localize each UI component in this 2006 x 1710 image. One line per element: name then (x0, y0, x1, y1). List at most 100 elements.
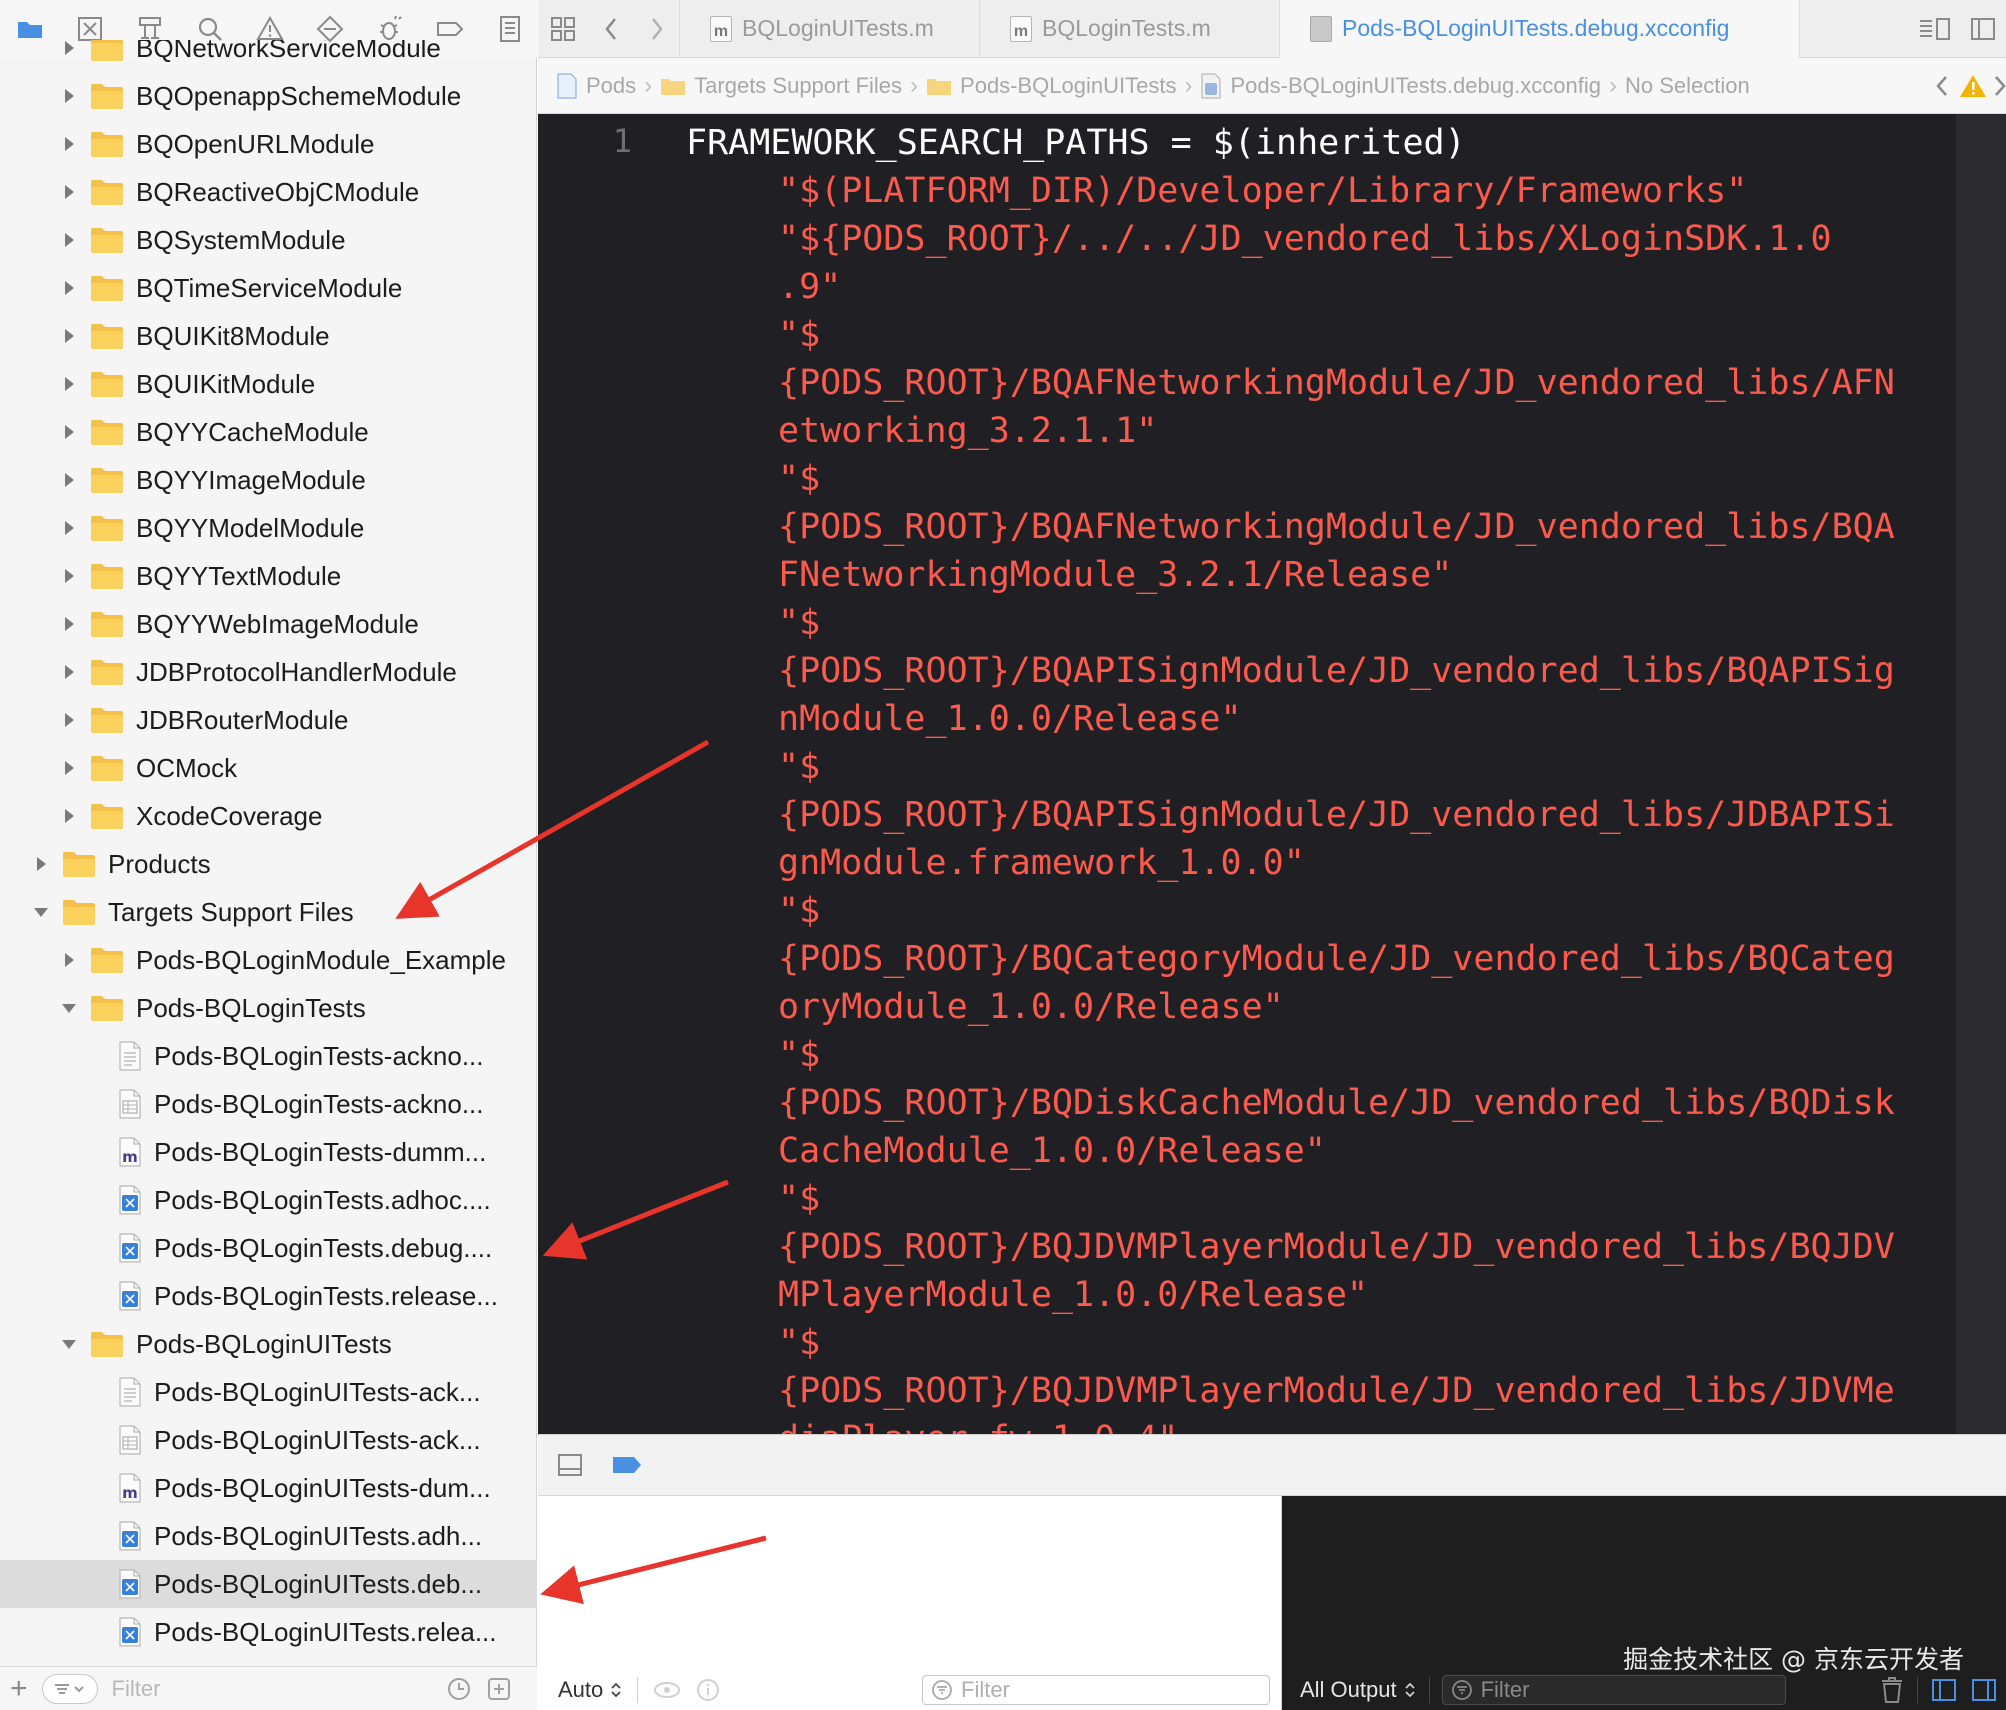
tree-folder-row[interactable]: BQYYModelModule (0, 504, 537, 552)
console-filter-input[interactable]: Filter (1442, 1675, 1786, 1705)
tree-file-row[interactable]: Pods-BQLoginTests.debug.... (0, 1224, 537, 1272)
disclosure-triangle[interactable] (58, 709, 80, 731)
tree-folder-row[interactable]: Products (0, 840, 537, 888)
tree-folder-row[interactable]: XcodeCoverage (0, 792, 537, 840)
tree-folder-row[interactable]: BQYYImageModule (0, 456, 537, 504)
tree-folder-row[interactable]: Pods-BQLoginTests (0, 984, 537, 1032)
breakpoints-toggle-icon[interactable] (610, 1454, 644, 1476)
breadcrumb-item[interactable]: Targets Support Files (660, 73, 902, 99)
disclosure-triangle[interactable] (58, 997, 80, 1019)
breadcrumb-item[interactable]: Pods-BQLoginUITests (926, 73, 1176, 99)
disclosure-triangle[interactable] (58, 325, 80, 347)
show-variables-icon[interactable] (1930, 1677, 1958, 1703)
next-issue-icon[interactable] (1992, 72, 2006, 100)
tree-folder-row[interactable]: Pods-BQLoginModule_Example (0, 936, 537, 984)
breadcrumb-item[interactable]: Pods (556, 73, 636, 99)
back-button[interactable] (588, 0, 634, 58)
split-editor-icon (1969, 16, 1997, 42)
editor-tab[interactable]: Pods-BQLoginUITests.debug.xcconfig (1280, 0, 1800, 58)
breadcrumb-separator: › (1609, 72, 1617, 100)
navigator-filter-input[interactable]: Filter (112, 1676, 432, 1702)
disclosure-triangle[interactable] (58, 229, 80, 251)
tree-folder-row[interactable]: BQUIKitModule (0, 360, 537, 408)
tree-file-row[interactable]: mPods-BQLoginTests-dumm... (0, 1128, 537, 1176)
breadcrumb-separator: › (1184, 72, 1192, 100)
disclosure-collapsed-icon (61, 232, 77, 248)
breadcrumb-label: Pods-BQLoginUITests.debug.xcconfig (1230, 73, 1601, 99)
disclosure-triangle[interactable] (30, 901, 52, 923)
source-control-filter-icon[interactable] (486, 1676, 512, 1702)
forward-button[interactable] (634, 0, 680, 58)
tree-file-row[interactable]: Pods-BQLoginTests.release... (0, 1272, 537, 1320)
disclosure-triangle[interactable] (58, 469, 80, 491)
disclosure-triangle[interactable] (58, 757, 80, 779)
editor-tab[interactable]: mBQLoginUITests.m (680, 0, 980, 58)
eye-icon[interactable] (652, 1679, 682, 1701)
disclosure-triangle[interactable] (58, 661, 80, 683)
disclosure-triangle[interactable] (30, 853, 52, 875)
tree-folder-row[interactable]: BQYYTextModule (0, 552, 537, 600)
folder-icon (90, 274, 124, 302)
tree-file-row[interactable]: Pods-BQLoginUITests.adh... (0, 1512, 537, 1560)
variables-filter-input[interactable]: Filter (922, 1675, 1270, 1705)
breadcrumb-item[interactable]: No Selection (1625, 73, 1750, 99)
folder-icon (90, 754, 124, 782)
disclosure-triangle[interactable] (58, 517, 80, 539)
output-selector[interactable]: All Output (1300, 1677, 1417, 1703)
tree-folder-row[interactable]: OCMock (0, 744, 537, 792)
hide-debug-area-icon[interactable] (556, 1452, 584, 1478)
add-file-button[interactable]: + (10, 1672, 28, 1706)
disclosure-triangle[interactable] (58, 133, 80, 155)
variables-view[interactable]: Auto Filter (538, 1496, 1282, 1710)
disclosure-triangle[interactable] (58, 85, 80, 107)
disclosure-triangle[interactable] (58, 613, 80, 635)
tree-folder-row[interactable]: BQTimeServiceModule (0, 264, 537, 312)
tree-file-row[interactable]: Pods-BQLoginUITests.deb... (0, 1560, 537, 1608)
add-editor-button[interactable] (1960, 0, 2006, 58)
filter-options-button[interactable] (42, 1674, 98, 1704)
tree-file-row[interactable]: Pods-BQLoginUITests-ack... (0, 1416, 537, 1464)
tree-file-row[interactable]: mPods-BQLoginUITests-dum... (0, 1464, 537, 1512)
tree-folder-row[interactable]: BQOpenURLModule (0, 120, 537, 168)
warning-icon[interactable] (1958, 72, 1988, 100)
trash-icon[interactable] (1879, 1676, 1905, 1704)
tree-folder-row[interactable]: BQNetworkServiceModule (0, 40, 537, 72)
tree-folder-row[interactable]: BQYYWebImageModule (0, 600, 537, 648)
disclosure-triangle[interactable] (58, 181, 80, 203)
disclosure-triangle[interactable] (58, 373, 80, 395)
disclosure-triangle[interactable] (58, 40, 80, 59)
disclosure-triangle[interactable] (58, 805, 80, 827)
show-console-icon[interactable] (1970, 1677, 1998, 1703)
tree-file-row[interactable]: Pods-BQLoginUITests-ack... (0, 1368, 537, 1416)
editor-options-button[interactable] (1910, 0, 1960, 58)
editor-tab[interactable]: mBQLoginTests.m (980, 0, 1280, 58)
recent-files-icon[interactable] (446, 1676, 472, 1702)
tree-folder-row[interactable]: BQReactiveObjCModule (0, 168, 537, 216)
tree-folder-row[interactable]: Targets Support Files (0, 888, 537, 936)
previous-issue-icon[interactable] (1932, 72, 1952, 100)
minimap[interactable] (1956, 114, 2006, 1434)
layout-grid-button[interactable] (538, 0, 588, 58)
tree-file-row[interactable]: Pods-BQLoginTests.adhoc.... (0, 1176, 537, 1224)
tree-folder-row[interactable]: JDBRouterModule (0, 696, 537, 744)
breadcrumb-item[interactable]: Pods-BQLoginUITests.debug.xcconfig (1200, 73, 1601, 99)
info-icon[interactable] (696, 1678, 720, 1702)
disclosure-triangle[interactable] (58, 421, 80, 443)
tree-file-row[interactable]: Pods-BQLoginUITests.relea... (0, 1608, 537, 1656)
tree-file-row[interactable]: Pods-BQLoginTests-ackno... (0, 1080, 537, 1128)
disclosure-triangle[interactable] (58, 277, 80, 299)
code-content[interactable]: FRAMEWORK_SEARCH_PATHS = $(inherited) "$… (686, 119, 1956, 1434)
tree-folder-row[interactable]: BQOpenappSchemeModule (0, 72, 537, 120)
source-editor[interactable]: 1 FRAMEWORK_SEARCH_PATHS = $(inherited) … (538, 114, 1956, 1434)
disclosure-triangle[interactable] (58, 565, 80, 587)
tree-folder-row[interactable]: BQUIKit8Module (0, 312, 537, 360)
tree-folder-row[interactable]: BQSystemModule (0, 216, 537, 264)
disclosure-triangle[interactable] (58, 949, 80, 971)
tree-folder-row[interactable]: JDBProtocolHandlerModule (0, 648, 537, 696)
variables-scope-selector[interactable]: Auto (558, 1677, 623, 1703)
console-view[interactable]: All Output Filter (1282, 1496, 2006, 1710)
tree-file-row[interactable]: Pods-BQLoginTests-ackno... (0, 1032, 537, 1080)
tree-folder-row[interactable]: Pods-BQLoginUITests (0, 1320, 537, 1368)
tree-folder-row[interactable]: BQYYCacheModule (0, 408, 537, 456)
disclosure-triangle[interactable] (58, 1333, 80, 1355)
